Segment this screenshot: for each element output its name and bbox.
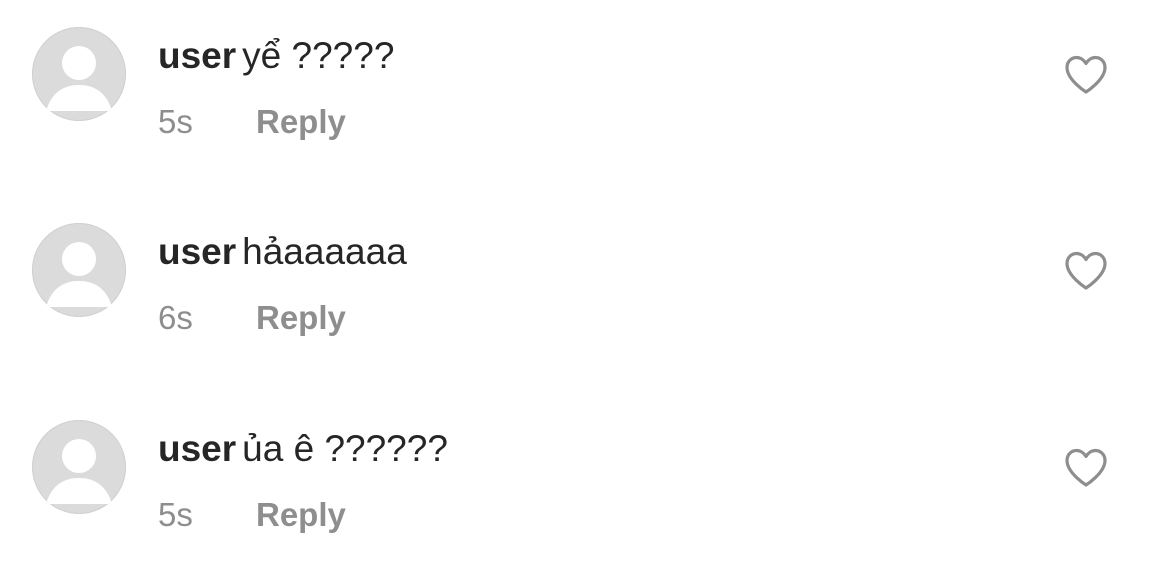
avatar[interactable] [32, 420, 126, 514]
comment-item: user yể ????? 5s Reply [0, 26, 1170, 176]
comment-line: user hảaaaaaa [158, 226, 407, 278]
comment-item: user ủa ê ?????? 5s Reply [0, 419, 1170, 569]
like-button[interactable] [1064, 447, 1108, 489]
avatar[interactable] [32, 223, 126, 317]
comment-line: user ủa ê ?????? [158, 423, 448, 475]
heart-outline-icon [1065, 251, 1107, 290]
reply-button[interactable]: Reply [256, 296, 346, 340]
comment-text: ủa ê ?????? [242, 428, 448, 469]
comment-username[interactable]: user [158, 35, 236, 76]
comment-text: yể ????? [242, 35, 395, 76]
default-avatar-icon [46, 439, 112, 504]
comment-username[interactable]: user [158, 231, 236, 272]
comment-timestamp: 5s [158, 103, 193, 140]
reply-button[interactable]: Reply [256, 100, 346, 144]
heart-outline-icon [1065, 55, 1107, 94]
heart-outline-icon [1065, 448, 1107, 487]
comment-meta: 5s Reply [158, 493, 346, 537]
comment-timestamp: 6s [158, 299, 193, 336]
avatar[interactable] [32, 27, 126, 121]
like-button[interactable] [1064, 250, 1108, 292]
comment-meta: 6s Reply [158, 296, 346, 340]
comment-username[interactable]: user [158, 428, 236, 469]
comment-meta: 5s Reply [158, 100, 346, 144]
default-avatar-icon [46, 46, 112, 111]
like-button[interactable] [1064, 54, 1108, 96]
reply-button[interactable]: Reply [256, 493, 346, 537]
default-avatar-icon [46, 242, 112, 307]
comment-item: user hảaaaaaa 6s Reply [0, 222, 1170, 372]
comment-timestamp: 5s [158, 496, 193, 533]
comment-text: hảaaaaaa [242, 231, 407, 272]
comment-line: user yể ????? [158, 30, 394, 82]
